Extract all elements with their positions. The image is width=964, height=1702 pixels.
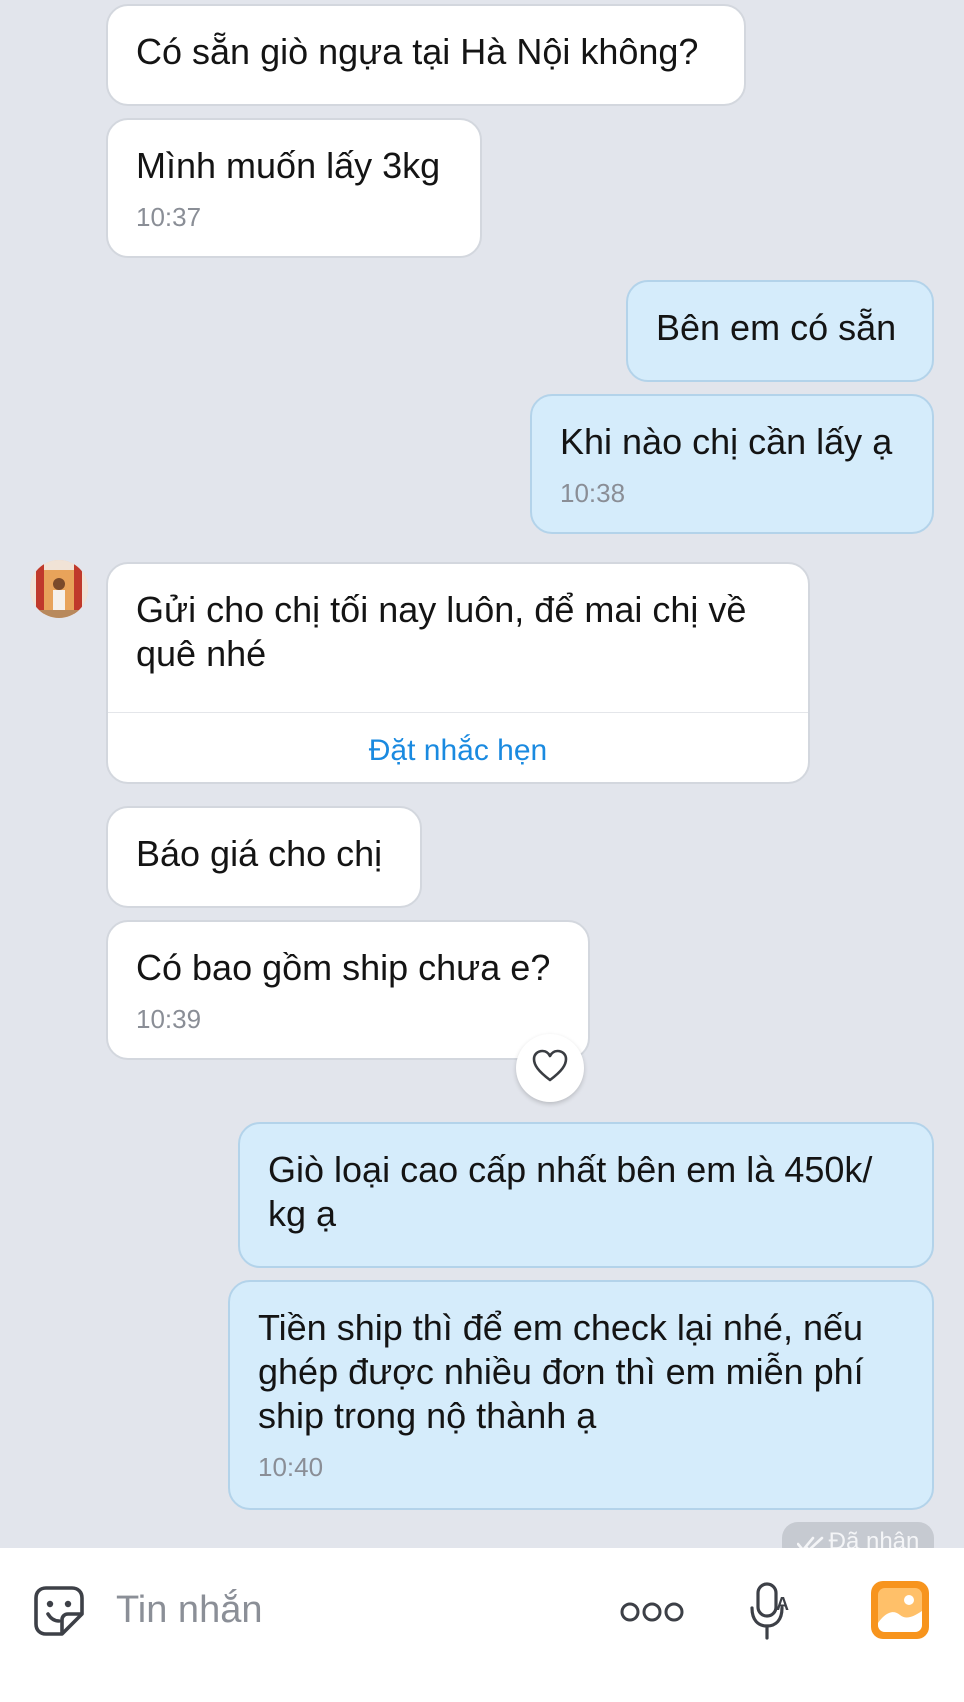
message-text: Mình muốn lấy 3kg — [136, 145, 441, 186]
voice-button[interactable]: A — [750, 1580, 796, 1646]
message-input[interactable] — [116, 1586, 596, 1634]
set-reminder-link[interactable]: Đặt nhắc hẹn — [108, 734, 808, 768]
status-text: Đã nhận — [828, 1528, 920, 1548]
react-button[interactable] — [516, 1034, 584, 1102]
message-bubble-outgoing[interactable]: Bên em có sẵn — [626, 280, 934, 382]
message-bubble-outgoing[interactable]: Khi nào chị cần lấy ạ 10:38 — [530, 394, 934, 534]
svg-text:A: A — [776, 1594, 789, 1614]
more-icon — [619, 1601, 685, 1628]
message-bubble-incoming[interactable]: Có bao gồm ship chưa e? 10:39 — [106, 920, 590, 1060]
message-bubble-incoming[interactable]: Báo giá cho chị — [106, 806, 422, 908]
message-time: 10:40 — [258, 1452, 324, 1482]
message-text: Tiền ship thì để em check lại nhé, nếu g… — [258, 1307, 864, 1436]
double-check-icon — [796, 1528, 829, 1548]
message-bubble-outgoing[interactable]: Giò loại cao cấp nhất bên em là 450k/ kg… — [238, 1122, 934, 1268]
message-text: Bên em có sẵn — [656, 307, 897, 348]
sender-avatar[interactable] — [30, 560, 88, 618]
sticker-icon — [30, 1582, 88, 1645]
gallery-button[interactable] — [868, 1580, 932, 1644]
voice-icon: A — [750, 1580, 796, 1647]
chat-area: Có sẵn giò ngựa tại Hà Nội không? Mình m… — [0, 0, 964, 1548]
status-badge: Đã nhận — [782, 1522, 934, 1548]
message-text: Có bao gồm ship chưa e? — [136, 947, 551, 988]
message-bubble-outgoing[interactable]: Tiền ship thì để em check lại nhé, nếu g… — [228, 1280, 934, 1510]
message-bubble-incoming[interactable]: Mình muốn lấy 3kg 10:37 — [106, 118, 482, 258]
message-time: 10:37 — [136, 202, 202, 232]
gallery-icon — [869, 1579, 931, 1646]
message-text: Gửi cho chị tối nay luôn, để mai chị về … — [136, 589, 747, 674]
message-text: Khi nào chị cần lấy ạ — [560, 421, 893, 462]
message-text: Báo giá cho chị — [136, 833, 383, 874]
message-text: Giò loại cao cấp nhất bên em là 450k/ kg… — [268, 1149, 873, 1234]
message-bubble-incoming[interactable]: Gửi cho chị tối nay luôn, để mai chị về … — [106, 562, 810, 784]
message-text: Có sẵn giò ngựa tại Hà Nội không? — [136, 31, 699, 72]
more-button[interactable] — [618, 1592, 686, 1636]
message-time: 10:39 — [136, 1004, 202, 1034]
message-bubble-incoming[interactable]: Có sẵn giò ngựa tại Hà Nội không? — [106, 4, 746, 106]
heart-icon — [532, 1049, 568, 1088]
sticker-button[interactable] — [28, 1582, 90, 1644]
message-time: 10:38 — [560, 478, 626, 508]
divider — [108, 712, 808, 713]
